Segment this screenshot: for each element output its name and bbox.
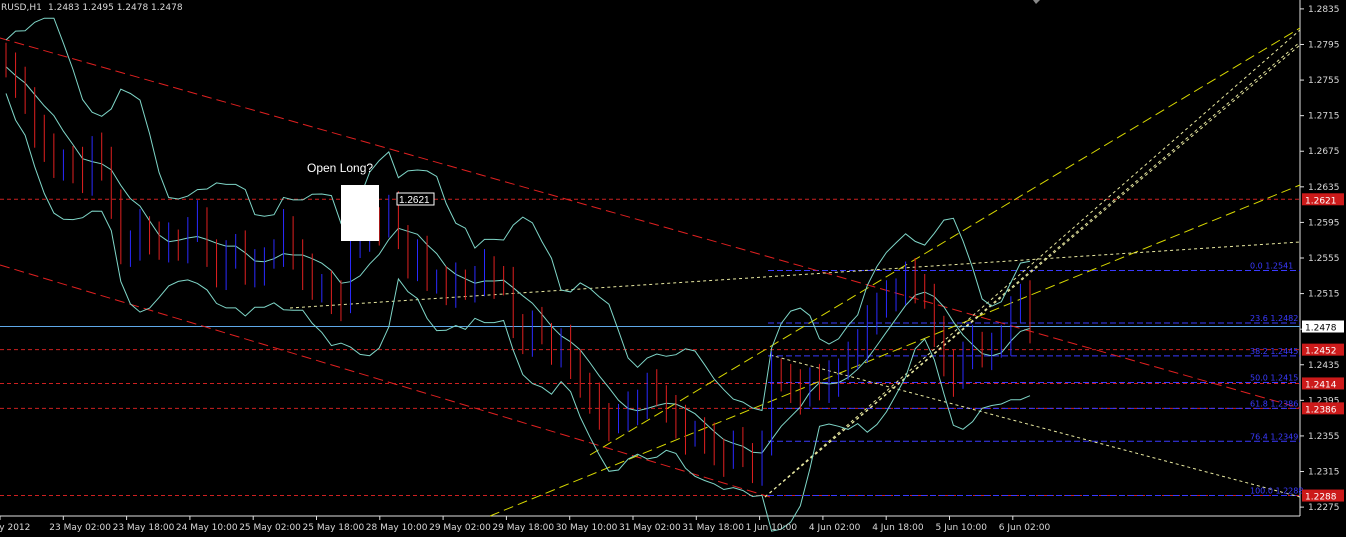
price-tag-label: 1.2414: [1305, 380, 1337, 390]
y-tick-label: 1.2435: [1308, 361, 1340, 371]
price-tag-label: 1.2288: [1305, 493, 1337, 503]
x-tick-label: 31 May 02:00: [619, 523, 681, 533]
x-tick-label: 30 May 10:00: [556, 523, 618, 533]
x-tick-label: 28 May 10:00: [366, 523, 428, 533]
gann-fan-lines: [289, 29, 1301, 498]
chart-shift-marker-icon[interactable]: [1033, 0, 1040, 4]
x-tick-label: 4 Jun 02:00: [809, 523, 861, 533]
price-axis: 1.2835 1.2795 1.2755 1.2715 1.2675 1.2635 1.25…: [1300, 5, 1340, 513]
chart-ohlc: 1.2483 1.2495 1.2478 1.2478: [48, 3, 183, 13]
x-tick-label: 25 May 02:00: [239, 523, 301, 533]
x-tick-label: 23 May 18:00: [113, 523, 175, 533]
y-tick-label: 1.2715: [1308, 112, 1340, 122]
fib-label: 100.0 1.2288: [1250, 487, 1303, 496]
bollinger-middle: [5, 66, 1031, 454]
red-downtrend-channel: [0, 37, 1301, 498]
price-tag-label: 1.2452: [1305, 347, 1337, 357]
price-tag-label: 1.2478: [1305, 324, 1337, 334]
y-tick-label: 1.2835: [1308, 5, 1340, 15]
x-tick-label: 24 May 10:00: [176, 523, 238, 533]
candles: [5, 42, 1031, 486]
channel-lower-line: [0, 264, 771, 498]
fib-label: 76.4 1.2349: [1250, 432, 1298, 441]
y-tick-label: 1.2315: [1308, 468, 1340, 478]
fan-line: [289, 241, 1301, 309]
x-tick-label: 31 May 18:00: [682, 523, 744, 533]
fib-label: 38.2 1.2445: [1250, 347, 1298, 356]
y-tick-label: 1.2675: [1308, 147, 1340, 157]
fib-label: 23.6 1.2482: [1250, 314, 1298, 323]
y-tick-label: 1.2795: [1308, 40, 1340, 50]
x-tick-label: 29 May 18:00: [492, 523, 554, 533]
y-tick-label: 1.2355: [1308, 432, 1340, 442]
x-tick-label: 23 May 02:00: [49, 523, 111, 533]
level-tag-text: 1.2621: [399, 195, 430, 206]
price-tags: 1.2621 1.2478 1.2452 1.2414 1.2386 1.2288: [1302, 193, 1344, 503]
y-tick-label: 1.2755: [1308, 76, 1340, 86]
y-tick-label: 1.2635: [1308, 183, 1340, 193]
x-tick-label: 4 Jun 18:00: [872, 523, 924, 533]
bollinger-upper: [5, 17, 1031, 412]
price-tag-label: 1.2621: [1305, 196, 1337, 206]
x-tick-label: 6 Jun 02:00: [999, 523, 1051, 533]
fib-label: 61.8 1.2386: [1250, 399, 1298, 408]
annotation-text: Open Long?: [307, 161, 373, 175]
price-tag-label: 1.2386: [1305, 405, 1337, 415]
channel-upper-line: [0, 37, 1301, 409]
fib-label: 50.0 1.2415: [1250, 374, 1298, 383]
yellow-uptrend-channel: [489, 27, 1301, 517]
x-tick-label: 1 Jun 10:00: [746, 523, 798, 533]
y-tick-label: 1.2595: [1308, 218, 1340, 228]
annotation-highlight-box: [341, 185, 379, 241]
x-tick-label: 29 May 02:00: [429, 523, 491, 533]
y-tick-label: 1.2275: [1308, 503, 1340, 513]
y-tick-label: 1.2555: [1308, 254, 1340, 264]
x-tick-label: 5 Jun 10:00: [936, 523, 988, 533]
time-axis: May 2012 23 May 02:0023 May 18:0024 May 1…: [0, 516, 1051, 533]
fan-line: [764, 44, 1301, 498]
bollinger-bands: [5, 17, 1031, 532]
price-chart[interactable]: 0.0 1.2541 23.6 1.2482 38.2 1.2445 50.0 1.2…: [0, 0, 1346, 537]
chart-symbol: RUSD,H1: [1, 3, 42, 13]
y-tick-label: 1.2515: [1308, 290, 1340, 300]
uptrend-upper-line: [589, 27, 1301, 456]
fan-line: [764, 29, 1301, 498]
uptrend-lower-line: [489, 184, 1301, 517]
x-tick-label: May 2012: [0, 523, 30, 533]
fib-label: 0.0 1.2541: [1250, 261, 1293, 270]
fibonacci-labels: 0.0 1.2541 23.6 1.2482 38.2 1.2445 50.0 1.2…: [1250, 261, 1303, 495]
x-tick-label: 25 May 18:00: [303, 523, 365, 533]
